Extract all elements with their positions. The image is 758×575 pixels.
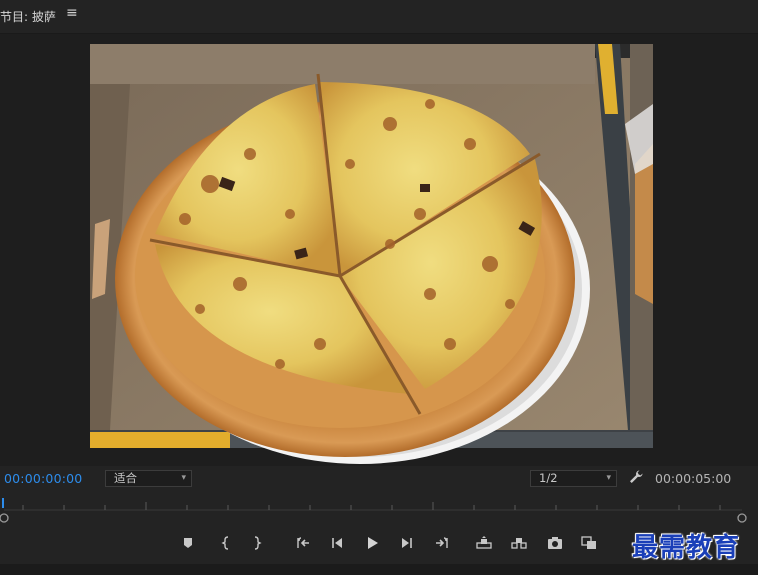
mark-out-button[interactable] — [246, 532, 268, 554]
go-to-in-button[interactable] — [292, 532, 314, 554]
play-icon — [368, 537, 378, 549]
panel-header: 节目: 披萨 ≡ — [0, 0, 758, 34]
add-marker-button[interactable] — [177, 532, 199, 554]
resolution-value: 1/2 — [539, 471, 558, 485]
comparison-icon — [581, 536, 596, 549]
viewer-controls: 00:00:00:00 适合 ▾ 1/2 ▾ 00:00:05:00 — [0, 466, 758, 494]
extract-icon — [511, 538, 527, 549]
ruler-ticks — [22, 502, 721, 510]
lift-button[interactable] — [473, 532, 495, 554]
marker-icon — [184, 538, 192, 548]
watermark-logo: 最需教育 — [632, 533, 741, 563]
chevron-down-icon: ▾ — [606, 473, 611, 483]
chevron-down-icon: ▾ — [181, 473, 186, 483]
go-to-in-icon — [297, 537, 309, 548]
step-forward-button[interactable] — [396, 532, 418, 554]
wrench-icon[interactable] — [628, 469, 644, 489]
comparison-view-button[interactable] — [578, 532, 600, 554]
time-ruler[interactable] — [0, 494, 758, 524]
lift-icon — [476, 536, 492, 549]
mark-in-button[interactable] — [215, 532, 237, 554]
brace-left-icon — [221, 536, 229, 550]
playhead-timecode[interactable]: 00:00:00:00 — [4, 471, 82, 486]
step-forward-icon — [402, 538, 412, 548]
program-viewer[interactable] — [0, 34, 758, 466]
zoom-dropdown[interactable]: 适合 ▾ — [105, 470, 192, 487]
step-back-icon — [332, 538, 342, 548]
out-handle — [737, 513, 747, 523]
go-to-out-icon — [436, 537, 448, 548]
extract-button[interactable] — [508, 532, 530, 554]
panel-bottom-edge — [0, 564, 758, 575]
brace-right-icon — [254, 536, 262, 550]
go-to-out-button[interactable] — [431, 532, 453, 554]
zoom-value: 适合 — [114, 471, 137, 485]
export-frame-button[interactable] — [544, 532, 566, 554]
duration-timecode: 00:00:05:00 — [655, 471, 732, 486]
panel-title: 节目: 披萨 — [0, 10, 56, 24]
pizza-image — [90, 44, 653, 464]
resolution-dropdown[interactable]: 1/2 ▾ — [530, 470, 617, 487]
pizza-frame — [90, 44, 653, 464]
hamburger-icon[interactable]: ≡ — [66, 5, 78, 21]
step-back-button[interactable] — [326, 532, 348, 554]
in-handle — [0, 513, 9, 523]
camera-icon — [548, 537, 562, 549]
play-button[interactable] — [361, 532, 383, 554]
